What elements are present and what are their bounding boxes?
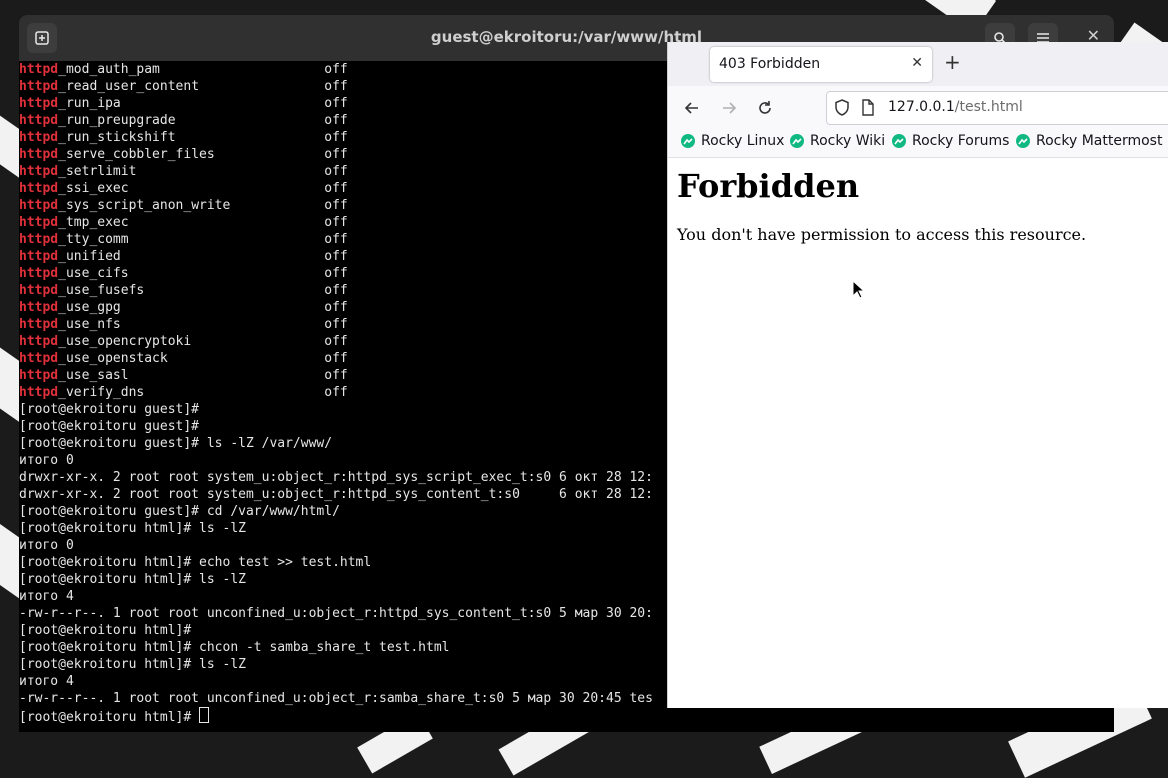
bookmark-label: Rocky Wiki bbox=[810, 133, 886, 149]
url-text[interactable]: 127.0.0.1/test.html bbox=[888, 99, 1023, 115]
terminal-text: _verify_dns off bbox=[58, 385, 348, 400]
navigation-bar: 127.0.0.1/test.html bbox=[668, 86, 1168, 128]
terminal-text: _unified off bbox=[58, 249, 348, 264]
terminal-text: drwxr-xr-x. 2 root root system_u:object_… bbox=[19, 470, 653, 485]
terminal-text: итого 4 bbox=[19, 674, 74, 689]
keyword-highlight: httpd bbox=[19, 300, 59, 315]
rocky-logo-icon bbox=[892, 134, 906, 148]
terminal-text: _use_fusefs off bbox=[58, 283, 348, 298]
terminal-text: _use_nfs off bbox=[58, 317, 348, 332]
mouse-pointer-icon bbox=[852, 279, 866, 303]
terminal-text: [root@ekroitoru html]# ls -lZ bbox=[19, 657, 246, 672]
rocky-logo-icon bbox=[681, 134, 695, 148]
keyword-highlight: httpd bbox=[19, 198, 59, 213]
terminal-text: [root@ekroitoru guest]# bbox=[19, 419, 200, 434]
terminal-text: _run_stickshift off bbox=[58, 130, 348, 145]
terminal-text: итого 0 bbox=[19, 538, 74, 553]
tab-active[interactable]: 403 Forbidden ✕ bbox=[710, 47, 932, 82]
terminal-text: [root@ekroitoru html]# ls -lZ bbox=[19, 572, 246, 587]
keyword-highlight: httpd bbox=[19, 368, 59, 383]
terminal-text: _run_ipa off bbox=[58, 96, 348, 111]
keyword-highlight: httpd bbox=[19, 113, 59, 128]
keyword-highlight: httpd bbox=[19, 351, 59, 366]
page-content: Forbidden You don't have permission to a… bbox=[668, 158, 1168, 708]
page-heading: Forbidden bbox=[677, 167, 860, 205]
terminal-text: [root@ekroitoru html]# bbox=[19, 623, 192, 638]
terminal-text: _tmp_exec off bbox=[58, 215, 348, 230]
bookmark-label: Rocky Linux bbox=[701, 133, 785, 149]
rocky-logo-icon bbox=[790, 134, 804, 148]
bookmarks-toolbar: Rocky Linux Rocky Wiki Rocky Forums Rock… bbox=[668, 128, 1168, 158]
keyword-highlight: httpd bbox=[19, 283, 59, 298]
terminal-text: _serve_cobbler_files off bbox=[58, 147, 348, 162]
terminal-text: _use_sasl off bbox=[58, 368, 348, 383]
terminal-text: _run_preupgrade off bbox=[58, 113, 348, 128]
keyword-highlight: httpd bbox=[19, 215, 59, 230]
rocky-logo-icon bbox=[1016, 134, 1030, 148]
terminal-text: [root@ekroitoru html]# chcon -t samba_sh… bbox=[19, 640, 450, 655]
bookmark-rocky-linux[interactable]: Rocky Linux bbox=[681, 133, 784, 149]
terminal-line: [root@ekroitoru html]# bbox=[19, 707, 1114, 725]
keyword-highlight: httpd bbox=[19, 62, 59, 77]
keyword-highlight: httpd bbox=[19, 147, 59, 162]
url-host: 127.0.0.1 bbox=[888, 99, 955, 115]
new-tab-button[interactable]: + bbox=[944, 52, 961, 72]
terminal-text: _use_cifs off bbox=[58, 266, 348, 281]
terminal-text: _tty_comm off bbox=[58, 232, 348, 247]
keyword-highlight: httpd bbox=[19, 96, 59, 111]
terminal-text: -rw-r--r--. 1 root root unconfined_u:obj… bbox=[19, 691, 653, 706]
keyword-highlight: httpd bbox=[19, 164, 59, 179]
keyword-highlight: httpd bbox=[19, 266, 59, 281]
page-info-icon[interactable] bbox=[861, 99, 875, 120]
tab-title: 403 Forbidden bbox=[719, 56, 821, 72]
terminal-text: [root@ekroitoru html]# ls -lZ bbox=[19, 521, 246, 536]
terminal-text: _mod_auth_pam off bbox=[58, 62, 348, 77]
tab-close-icon[interactable]: ✕ bbox=[911, 55, 923, 71]
keyword-highlight: httpd bbox=[19, 334, 59, 349]
bookmark-rocky-wiki[interactable]: Rocky Wiki bbox=[790, 133, 885, 149]
terminal-text: [root@ekroitoru html]# bbox=[19, 710, 200, 725]
bookmark-label: Rocky Forums bbox=[912, 133, 1010, 149]
terminal-text: _ssi_exec off bbox=[58, 181, 348, 196]
terminal-text: -rw-r--r--. 1 root root unconfined_u:obj… bbox=[19, 606, 653, 621]
terminal-text: drwxr-xr-x. 2 root root system_u:object_… bbox=[19, 487, 653, 502]
terminal-text: итого 0 bbox=[19, 453, 74, 468]
bookmark-rocky-forums[interactable]: Rocky Forums bbox=[892, 133, 1009, 149]
terminal-text: _use_gpg off bbox=[58, 300, 348, 315]
tab-strip: 403 Forbidden ✕ + bbox=[668, 42, 1168, 86]
terminal-text: _use_opencryptoki off bbox=[58, 334, 348, 349]
keyword-highlight: httpd bbox=[19, 385, 59, 400]
url-bar[interactable]: 127.0.0.1/test.html bbox=[826, 91, 1168, 125]
terminal-cursor bbox=[199, 707, 210, 723]
browser-window[interactable]: 403 Forbidden ✕ + 127.0.0.1/test.html Ro bbox=[667, 42, 1168, 708]
reload-icon[interactable] bbox=[754, 97, 776, 119]
terminal-text: [root@ekroitoru html]# echo test >> test… bbox=[19, 555, 372, 570]
keyword-highlight: httpd bbox=[19, 317, 59, 332]
keyword-highlight: httpd bbox=[19, 249, 59, 264]
keyword-highlight: httpd bbox=[19, 181, 59, 196]
terminal-text: [root@ekroitoru guest]# ls -lZ /var/www/ bbox=[19, 436, 333, 451]
back-icon[interactable] bbox=[681, 97, 703, 119]
keyword-highlight: httpd bbox=[19, 130, 59, 145]
terminal-text: _sys_script_anon_write off bbox=[58, 198, 348, 213]
url-path: /test.html bbox=[954, 99, 1023, 115]
bookmark-label: Rocky Mattermost bbox=[1036, 133, 1163, 149]
terminal-text: итого 4 bbox=[19, 589, 74, 604]
terminal-text: _setrlimit off bbox=[58, 164, 348, 179]
terminal-text: _use_openstack off bbox=[58, 351, 348, 366]
bookmark-rocky-mattermost[interactable]: Rocky Mattermost bbox=[1016, 133, 1162, 149]
terminal-text: _read_user_content off bbox=[58, 79, 348, 94]
terminal-text: [root@ekroitoru guest]# cd /var/www/html… bbox=[19, 504, 340, 519]
forward-icon[interactable] bbox=[718, 97, 740, 119]
terminal-text: [root@ekroitoru guest]# bbox=[19, 402, 200, 417]
keyword-highlight: httpd bbox=[19, 79, 59, 94]
keyword-highlight: httpd bbox=[19, 232, 59, 247]
shield-icon[interactable] bbox=[834, 99, 850, 120]
page-message: You don't have permission to access this… bbox=[677, 225, 1087, 244]
